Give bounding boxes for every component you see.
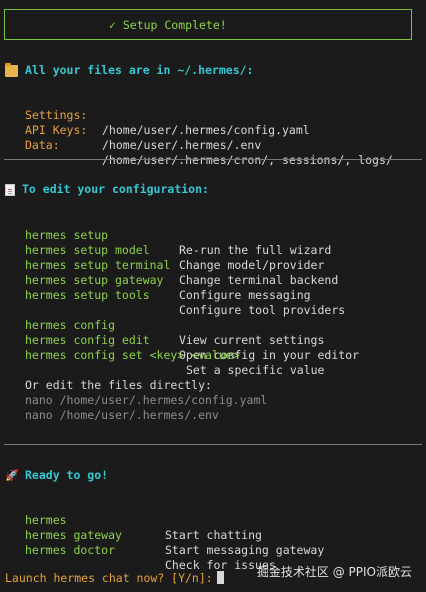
files-row-key: Data: <box>25 138 60 152</box>
divider <box>4 444 422 445</box>
files-heading: All your files are in ~/.hermes/: <box>5 62 254 78</box>
folder-icon <box>5 62 18 77</box>
setup-complete-banner: ✓ Setup Complete! <box>4 9 412 40</box>
command-desc: Start messaging gateway <box>165 543 325 557</box>
files-row-value: /home/user/.hermes/.env <box>102 138 262 152</box>
command-text: hermes setup tools <box>25 288 150 302</box>
command-row: hermes config set <key> <value> <box>0 333 426 362</box>
watermark: 掘金技术社区 @ PPIO派欧云 <box>256 565 412 579</box>
ready-heading-text: Ready to go! <box>25 468 109 482</box>
command-row: hermes setup gateway Configure messaging <box>0 258 426 302</box>
rocket-icon: 🚀 <box>5 468 19 482</box>
command-row: hermes config edit Open config in your e… <box>0 318 426 362</box>
prompt-text: Launch hermes chat now? [Y/n]: <box>5 571 213 585</box>
command-row: hermes config View current settings <box>0 303 426 347</box>
config-heading: To edit your configuration: <box>5 182 209 197</box>
files-row-value: /home/user/.hermes/cron/, sessions/, log… <box>102 153 393 167</box>
command-desc: Set a specific value <box>186 363 325 377</box>
nano-command: nano /home/user/.hermes/config.yaml <box>25 393 268 407</box>
command-row: hermes setup model Change model/provider <box>0 228 426 272</box>
command-row: hermes setup tools Configure tool provid… <box>0 273 426 317</box>
document-icon <box>5 183 15 196</box>
ready-heading: 🚀 Ready to go! <box>5 468 108 483</box>
terminal-window: ✓ Setup Complete! All your files are in … <box>0 0 426 592</box>
files-row: Data: /home/user/.hermes/cron/, sessions… <box>0 123 426 167</box>
command-row: Set a specific value <box>0 348 426 377</box>
command-row: hermes Start chatting <box>0 498 426 542</box>
divider <box>4 159 422 160</box>
command-desc: Configure messaging <box>179 288 311 302</box>
edit-note: Or edit the files directly: <box>25 378 212 392</box>
command-row: hermes doctor Check for issues <box>0 528 426 572</box>
launch-prompt[interactable]: Launch hermes chat now? [Y/n]: <box>5 571 224 586</box>
command-row: hermes setup terminal Change terminal ba… <box>0 243 426 287</box>
banner-text: ✓ Setup Complete! <box>109 17 227 32</box>
config-heading-text: To edit your configuration: <box>22 182 209 196</box>
command-row: hermes gateway Start messaging gateway <box>0 513 426 557</box>
command-text: hermes doctor <box>25 543 116 557</box>
nano-command: nano /home/user/.hermes/.env <box>25 408 219 422</box>
text-cursor[interactable] <box>216 571 224 584</box>
command-row: hermes setup Re-run the full wizard <box>0 213 426 257</box>
files-heading-text: All your files are in ~/.hermes/: <box>25 63 254 77</box>
files-row: API Keys: /home/user/.hermes/.env <box>0 108 426 152</box>
files-row: Settings: /home/user/.hermes/config.yaml <box>0 93 426 137</box>
